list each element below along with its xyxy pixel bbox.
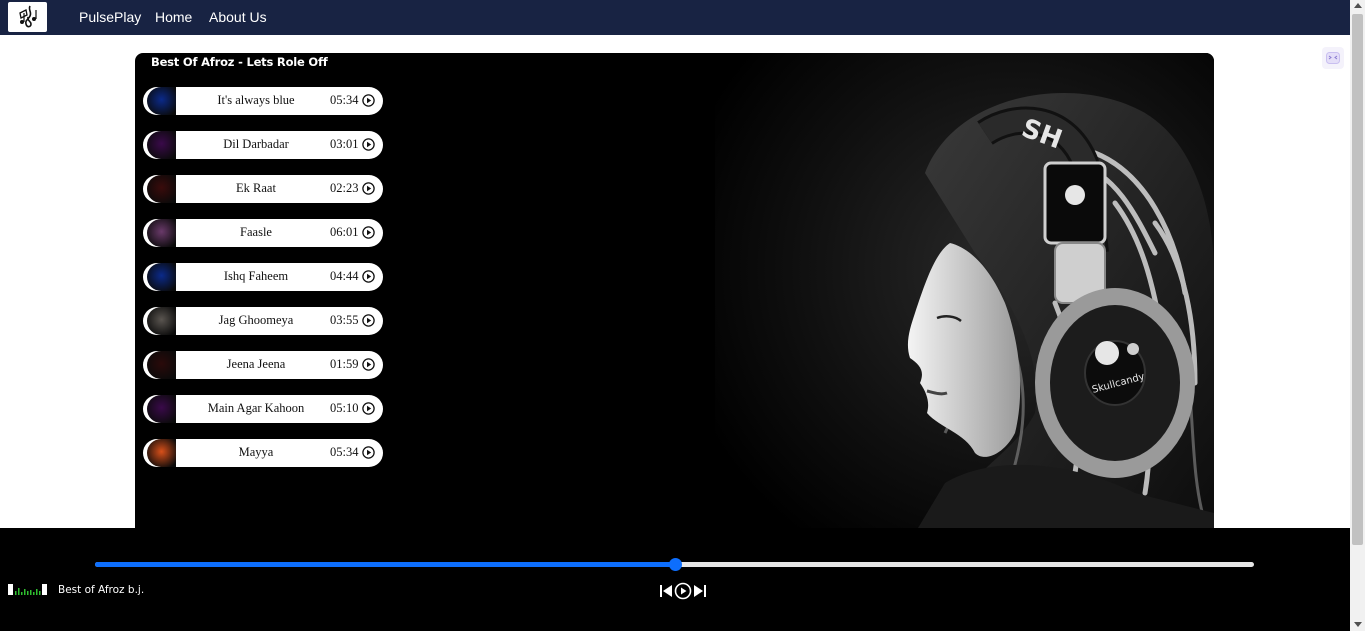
song-thumbnail: [147, 307, 176, 335]
progress-thumb[interactable]: [668, 558, 682, 571]
song-name: Faasle: [240, 225, 272, 239]
song-duration: 04:44: [330, 269, 359, 283]
song-duration: 03:01: [330, 137, 359, 151]
song-name: Mayya: [238, 445, 274, 459]
page-scrollbar[interactable]: [1350, 0, 1365, 631]
play-circle-icon[interactable]: [362, 402, 375, 415]
next-track-icon[interactable]: [694, 584, 706, 598]
song-duration: 05:34: [330, 93, 359, 107]
play-circle-icon[interactable]: [362, 182, 375, 195]
song-thumbnail: [147, 351, 176, 379]
nav-home-link[interactable]: Home: [155, 9, 192, 25]
song-item[interactable]: Faasle 06:01: [143, 219, 383, 247]
play-pause-icon[interactable]: [674, 582, 692, 600]
song-duration: 02:23: [330, 181, 359, 195]
scroll-down-arrow-icon[interactable]: [1354, 622, 1362, 627]
playback-controls: [660, 582, 706, 600]
playlist-panel: Best Of Afroz - Lets Role Off It's alway…: [135, 53, 1214, 533]
equalizer-icon: [8, 584, 47, 595]
nav-about-link[interactable]: About Us: [209, 9, 267, 25]
music-note-logo-icon[interactable]: [8, 2, 47, 32]
song-thumbnail: [147, 219, 176, 247]
song-duration: 06:01: [330, 225, 359, 239]
song-item[interactable]: Dil Darbadar 03:01: [143, 131, 383, 159]
previous-track-icon[interactable]: [660, 584, 672, 598]
song-thumbnail: [147, 87, 176, 115]
song-name: Jeena Jeena: [226, 357, 286, 371]
play-circle-icon[interactable]: [362, 226, 375, 239]
song-name: It's always blue: [217, 93, 295, 107]
nav-brand-link[interactable]: PulsePlay: [79, 9, 141, 25]
song-thumbnail: [147, 395, 176, 423]
playlist-cover-image: SH Skullcandy: [715, 53, 1214, 533]
song-duration: 05:34: [330, 445, 359, 459]
assistant-widget-icon[interactable]: [1322, 47, 1344, 69]
song-item[interactable]: Ek Raat 02:23: [143, 175, 383, 203]
now-playing-title: Best of Afroz b.j.: [58, 584, 145, 596]
song-thumbnail: [147, 439, 176, 467]
song-name: Ishq Faheem: [223, 269, 289, 283]
progress-fill: [95, 562, 675, 567]
audio-player-bar: Best of Afroz b.j.: [0, 528, 1350, 631]
song-duration: 03:55: [330, 313, 359, 327]
song-item[interactable]: Mayya 05:34: [143, 439, 383, 467]
song-thumbnail: [147, 131, 176, 159]
song-item[interactable]: It's always blue 05:34: [143, 87, 383, 115]
song-name: Dil Darbadar: [223, 137, 289, 151]
song-name: Jag Ghoomeya: [218, 313, 294, 327]
scroll-thumb[interactable]: [1352, 14, 1363, 545]
song-duration: 01:59: [330, 357, 359, 371]
song-duration: 05:10: [330, 401, 359, 415]
song-item[interactable]: Jag Ghoomeya 03:55: [143, 307, 383, 335]
play-circle-icon[interactable]: [362, 358, 375, 371]
playlist-title: Best Of Afroz - Lets Role Off: [151, 55, 328, 69]
play-circle-icon[interactable]: [362, 270, 375, 283]
song-list: It's always blue 05:34 Dil Darbadar 03:01 Ek…: [143, 87, 383, 483]
play-circle-icon[interactable]: [362, 94, 375, 107]
navbar: PulsePlay Home About Us: [0, 0, 1350, 35]
song-item[interactable]: Jeena Jeena 01:59: [143, 351, 383, 379]
song-name: Main Agar Kahoon: [207, 401, 305, 415]
song-thumbnail: [147, 175, 176, 203]
play-circle-icon[interactable]: [362, 138, 375, 151]
progress-slider[interactable]: [95, 558, 1254, 571]
song-name: Ek Raat: [236, 181, 276, 195]
play-circle-icon[interactable]: [362, 314, 375, 327]
play-circle-icon[interactable]: [362, 446, 375, 459]
scroll-up-arrow-icon[interactable]: [1354, 3, 1362, 8]
song-thumbnail: [147, 263, 176, 291]
song-item[interactable]: Main Agar Kahoon 05:10: [143, 395, 383, 423]
song-item[interactable]: Ishq Faheem 04:44: [143, 263, 383, 291]
